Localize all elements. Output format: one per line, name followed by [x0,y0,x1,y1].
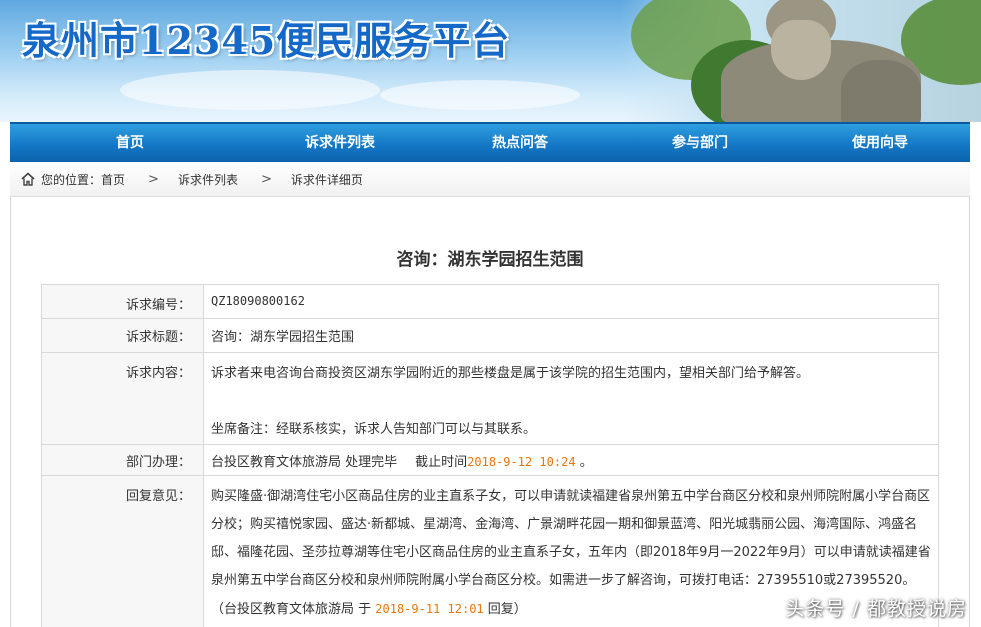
nav-item-request-list[interactable]: 诉求件列表 [250,124,430,162]
breadcrumb-separator: > [148,171,159,187]
request-detail-table: 诉求编号： QZ18090800162 诉求标题： 咨询：湖东学园招生范围 诉求… [41,284,939,627]
reply-suffix: 回复） [487,602,527,617]
field-label: 回复意见： [41,475,204,627]
nav-item-departments[interactable]: 参与部门 [610,124,790,162]
deadline-suffix: 。 [579,455,593,470]
breadcrumb-request-list[interactable]: 诉求件列表 [178,171,238,188]
breadcrumb-home[interactable]: 首页 [101,171,125,188]
header-banner: 泉州市12345便民服务平台 [0,0,981,122]
cloud-decoration [120,70,380,110]
department-name: 台投区教育文体旅游局 [211,455,342,470]
field-label: 部门办理： [41,444,204,476]
table-row: 诉求内容： 诉求者来电咨询台商投资区湖东学园附近的那些楼盘是属于该学院的招生范围… [41,352,939,445]
statue-image [621,0,981,122]
request-content-text: 诉求者来电咨询台商投资区湖东学园附近的那些楼盘是属于该学院的招生范围内，望相关部… [211,366,810,381]
request-title: 咨询：湖东学园招生范围 [203,318,939,353]
nav-item-home[interactable]: 首页 [10,124,250,162]
page-title: 咨询：湖东学园招生范围 [396,250,584,270]
main-content: 咨询：湖东学园招生范围 诉求编号： QZ18090800162 诉求标题： 咨询… [10,197,970,627]
nav-item-guide[interactable]: 使用向导 [790,124,970,162]
home-icon [20,171,36,187]
table-row: 诉求标题： 咨询：湖东学园招生范围 [41,318,939,353]
request-content: 诉求者来电咨询台商投资区湖东学园附近的那些楼盘是属于该学院的招生范围内，望相关部… [203,352,939,445]
handling-status: 处理完毕 [345,455,398,470]
reply-time: 2018-9-11 12:01 [375,602,484,616]
field-label: 诉求内容： [41,352,204,445]
main-nav: 首页 诉求件列表 热点问答 参与部门 使用向导 [10,122,970,162]
table-row: 诉求编号： QZ18090800162 [41,284,939,319]
breadcrumb-separator: > [260,171,272,187]
deadline-value: 2018-9-12 10:24 [467,455,576,469]
field-label: 诉求编号： [41,284,204,319]
deadline-label: 截止时间 [415,455,468,470]
breadcrumb: 您的位置： 首页 > 诉求件列表 > 诉求件详细页 [10,162,970,197]
agent-note: 坐席备注：经联系核实，诉求人告知部门可以与其联系。 [211,422,537,437]
table-row: 部门办理： 台投区教育文体旅游局 处理完毕 截止时间2018-9-12 10:24… [41,444,939,476]
nav-item-hot-qa[interactable]: 热点问答 [430,124,610,162]
site-title: 泉州市12345便民服务平台 [22,18,511,63]
field-label: 诉求标题： [41,318,204,353]
breadcrumb-current: 诉求件详细页 [290,172,363,187]
breadcrumb-prefix: 您的位置： [41,172,102,187]
watermark: 头条号 / 都教授说房 [785,598,967,620]
request-number: QZ18090800162 [203,284,939,319]
department-handling: 台投区教育文体旅游局 处理完毕 截止时间2018-9-12 10:24 。 [203,444,939,476]
cloud-decoration [380,80,580,110]
